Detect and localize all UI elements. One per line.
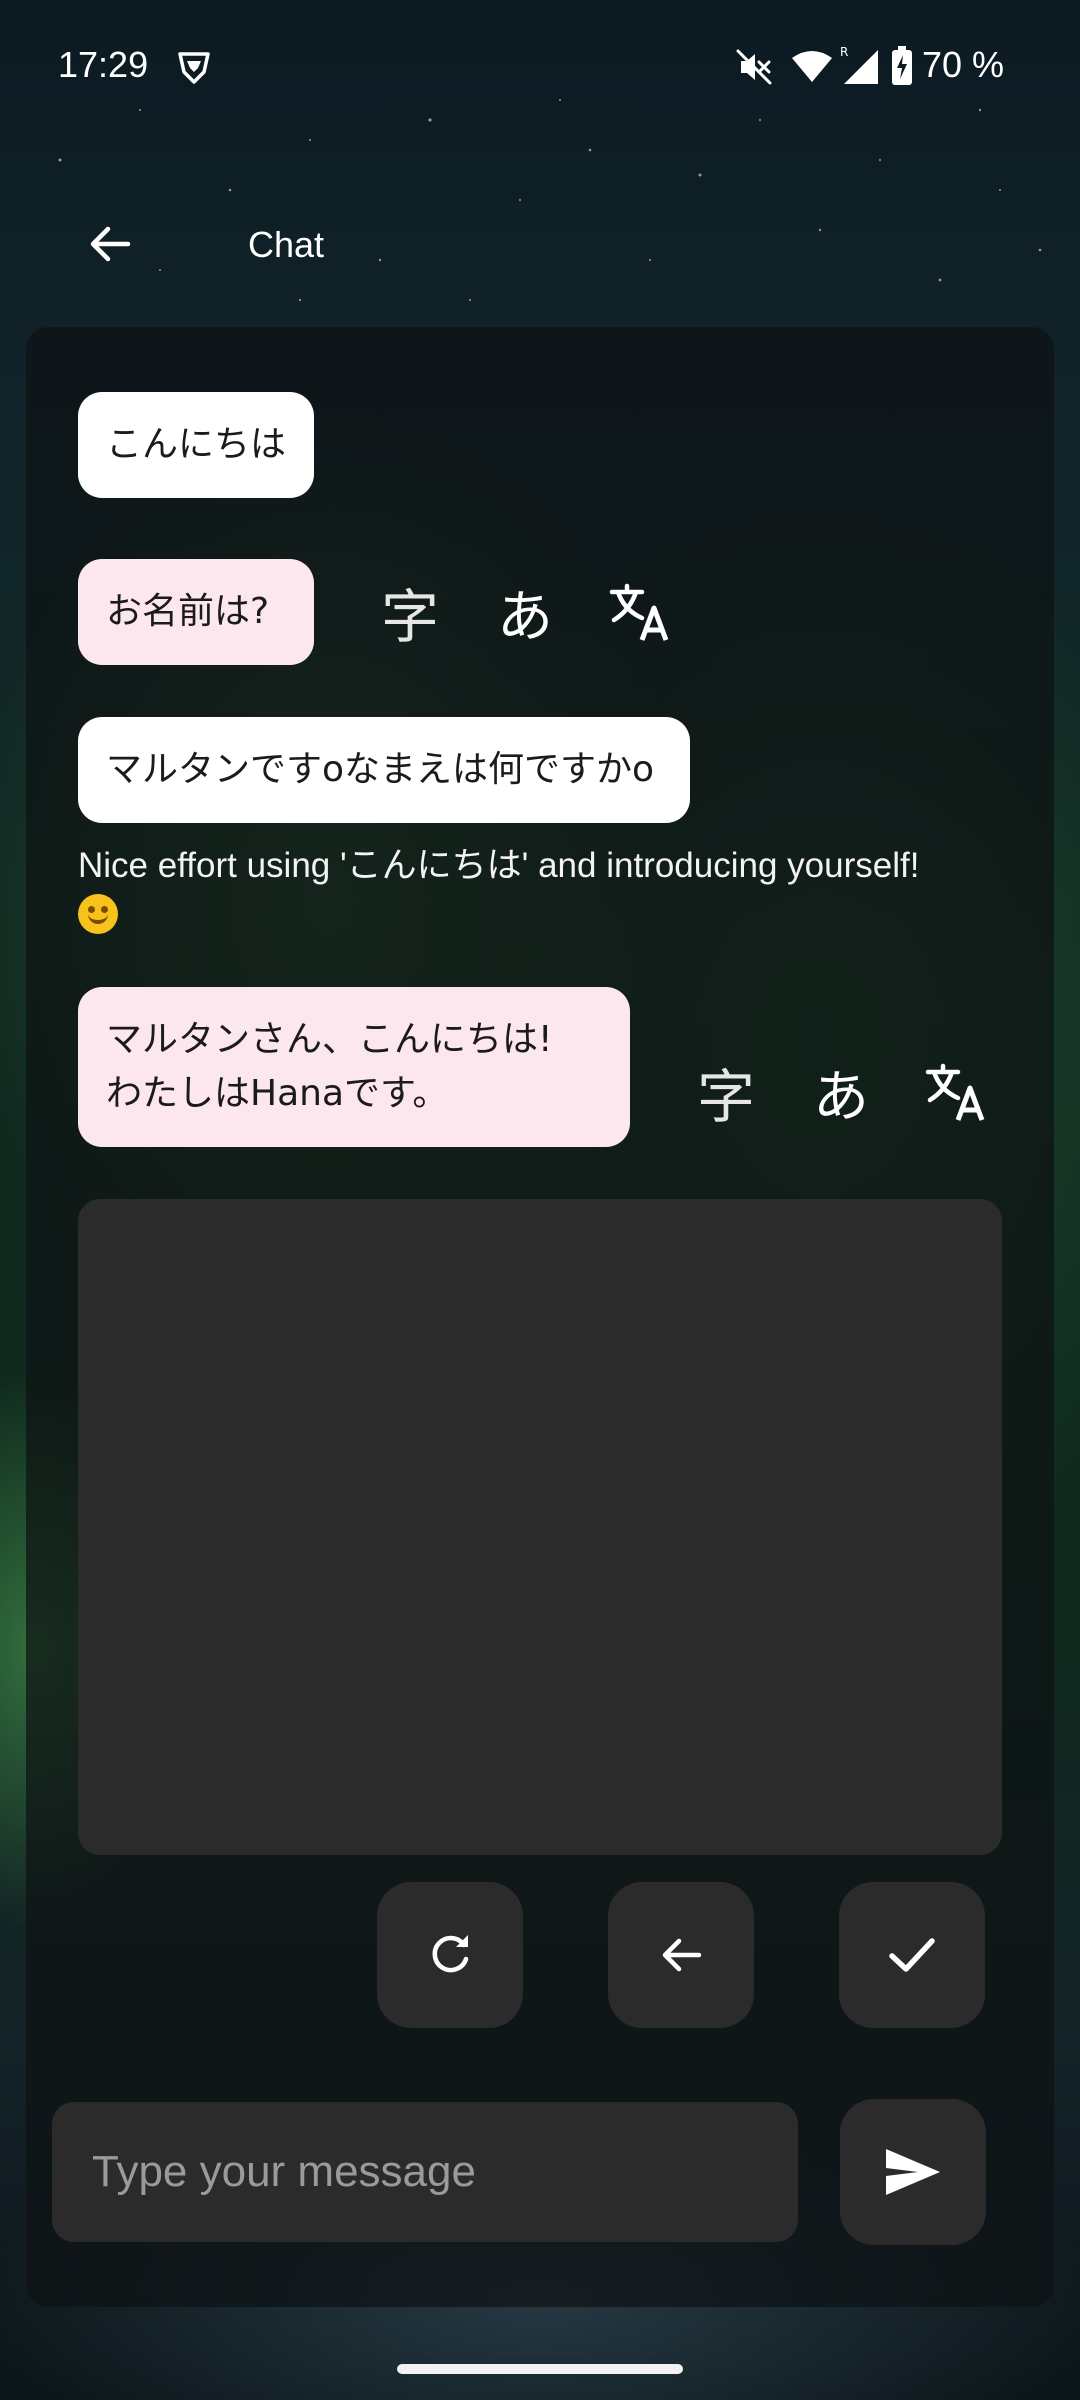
status-bar: 17:29 R 70 % [0,0,1080,130]
arrow-back-icon [90,226,131,262]
show-kanji-button[interactable]: 字 [370,567,450,657]
confirm-handwriting-button[interactable] [839,1882,985,2028]
page-title: Chat [248,224,325,265]
message-bubble-assistant: マルタンさん、こんにちは! わたしはHanaです。 [78,987,630,1147]
show-kana-button[interactable]: あ [801,1047,881,1137]
back-button[interactable] [72,206,148,282]
handwriting-canvas[interactable] [78,1199,1002,1855]
translate-button[interactable] [916,1047,996,1137]
message-bubble-user: こんにちは [78,392,314,498]
backspace-arrow-icon [662,1938,702,1972]
message-tools: 字 あ [686,1047,1016,1137]
message-text: マルタンですoなまえは何ですかo [106,749,655,790]
translate-icon [925,1063,985,1121]
message-input[interactable] [90,2146,760,2198]
message-tools: 字 あ [370,567,700,657]
wifi-icon [792,51,832,82]
undo-stroke-button[interactable] [608,1882,754,2028]
home-indicator[interactable] [397,2364,683,2374]
refresh-icon [432,1935,469,1973]
status-icons: R 70 % [680,44,1080,88]
send-button[interactable] [840,2099,986,2245]
smiling-face-emoji [78,893,118,934]
mute-icon [736,49,772,85]
svg-text:R: R [840,45,848,59]
signal-roaming-icon: R [840,45,878,84]
battery-charging-icon [892,46,912,85]
message-text: お名前は? [106,591,270,632]
vpn-shield-icon [178,52,210,84]
translate-button[interactable] [600,567,680,657]
reset-canvas-button[interactable] [377,1882,523,2028]
show-kana-button[interactable]: あ [485,567,565,657]
show-kanji-button[interactable]: 字 [686,1047,766,1137]
message-text: こんにちは [106,424,287,465]
message-bubble-user: マルタンですoなまえは何ですかo [78,717,690,823]
message-text-line: マルタンさん、こんにちは! [106,1019,553,1060]
check-icon [889,1938,935,1972]
chat-panel: こんにちは お名前は? 字 あ マルタンですoなまえは何ですかo Nice ef… [26,327,1054,2307]
message-text-line: わたしはHanaです。 [106,1073,449,1114]
status-time: 17:29 [58,44,149,85]
send-icon [886,2149,940,2195]
message-input-container [52,2102,798,2242]
translate-icon [609,583,669,641]
message-bubble-assistant: お名前は? [78,559,314,665]
battery-percentage: 70 % [921,44,1004,85]
feedback-text: Nice effort using 'こんにちは' and introducin… [78,843,1028,935]
